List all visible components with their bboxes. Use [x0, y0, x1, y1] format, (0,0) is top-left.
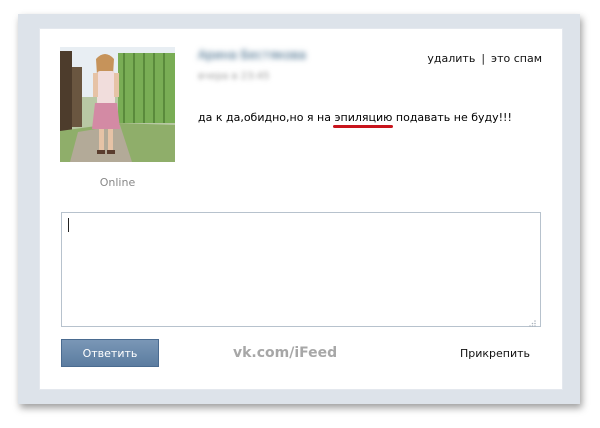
avatar[interactable]: [60, 47, 175, 162]
attach-link[interactable]: Прикрепить: [460, 347, 530, 360]
reply-button[interactable]: Ответить: [61, 339, 159, 367]
message-text: да к да,обидно,но я на эпиляцию подавать…: [198, 111, 512, 128]
post-actions: удалить | это спам: [400, 50, 542, 66]
highlighted-word: эпиляцию: [333, 111, 394, 128]
text-cursor: [68, 218, 69, 232]
message-text-start: да к да,обидно,но я на: [198, 111, 335, 124]
watermark-text: vk.com/iFeed: [233, 345, 338, 361]
resize-grip-icon[interactable]: [528, 313, 537, 327]
reply-textarea[interactable]: [61, 212, 541, 327]
actions-separator: |: [481, 51, 486, 65]
message-text-end: подавать не буду!!!: [392, 111, 512, 124]
delete-link[interactable]: удалить: [427, 52, 475, 65]
post-date: вчера в 23:45: [198, 71, 270, 82]
author-name[interactable]: Арина Бестякова: [198, 48, 306, 62]
resize-grip-icon-shape: [529, 320, 536, 327]
spam-link[interactable]: это спам: [491, 52, 542, 65]
online-status: Online: [99, 176, 136, 189]
avatar-photo: [60, 47, 175, 162]
